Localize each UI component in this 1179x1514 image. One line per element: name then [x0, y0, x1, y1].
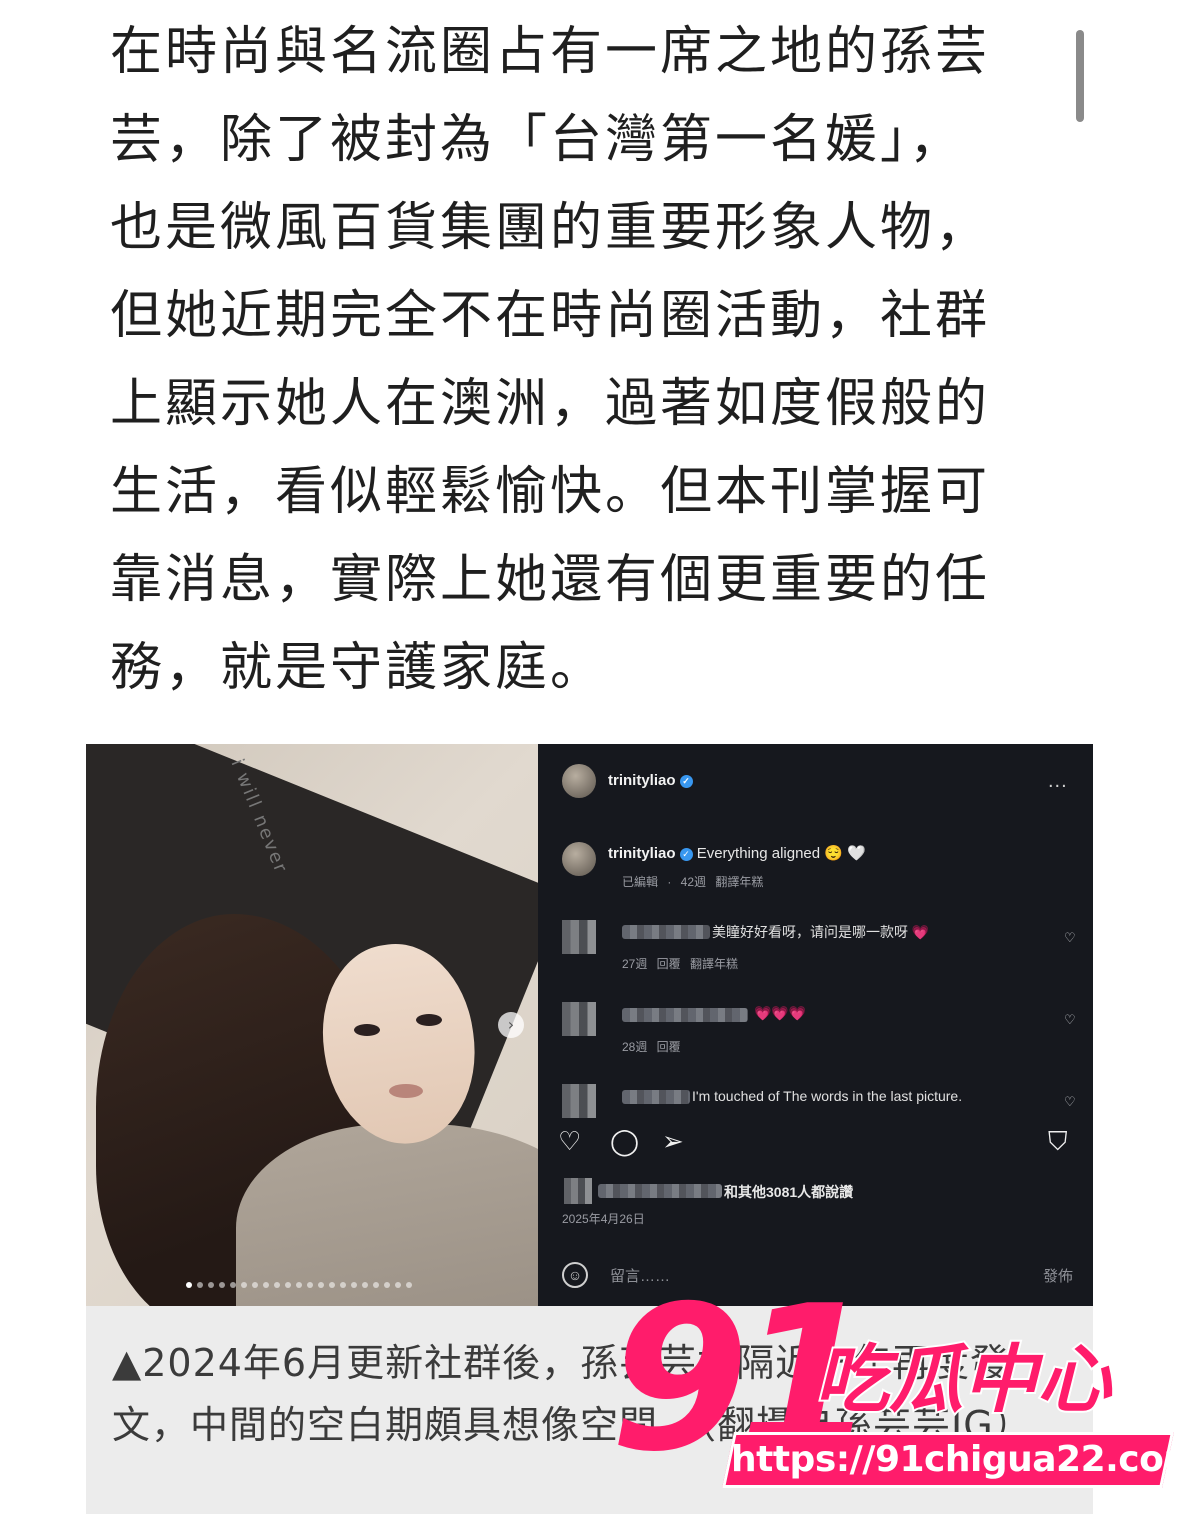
carousel-dot [274, 1282, 280, 1288]
carousel-dot [296, 1282, 302, 1288]
comment-meta: 27週 回覆 翻譯年糕 [622, 957, 739, 971]
carousel-dot [197, 1282, 203, 1288]
comment-like-icon[interactable]: ♡ [1064, 1012, 1076, 1028]
article-line: 在時尚與名流圈占有一席之地的孫芸 [110, 22, 991, 82]
carousel-dot [406, 1282, 412, 1288]
article-line: 靠消息，實際上她還有個更重要的任 [110, 550, 991, 610]
smiley-icon[interactable]: ☺ [562, 1262, 588, 1288]
liker-names-blurred[interactable] [598, 1184, 722, 1198]
caption-text: Everything aligned [696, 845, 821, 862]
carousel-dot [329, 1282, 335, 1288]
post-username[interactable]: trinityliao ✓ [608, 772, 693, 789]
watermark-url-badge: https://91chigua22.com [722, 1432, 1179, 1488]
carousel-dot [219, 1282, 225, 1288]
photo-eye [416, 1014, 442, 1026]
verified-icon: ✓ [679, 847, 693, 861]
comment-like-icon[interactable]: ♡ [1064, 1094, 1076, 1110]
watermark-name: 吃瓜中心 [813, 1337, 1113, 1423]
carousel-dot [318, 1282, 324, 1288]
carousel-dot [208, 1282, 214, 1288]
article-line: 芸，除了被封為「台灣第一名媛」， [110, 110, 965, 170]
username-text[interactable]: trinityliao [608, 772, 676, 789]
site-watermark: 91 吃瓜中心 https://91chigua22.com [610, 1280, 1179, 1514]
carousel-dot [252, 1282, 258, 1288]
carousel-dot [230, 1282, 236, 1288]
scrollbar[interactable] [1076, 30, 1084, 122]
carousel-dot [263, 1282, 269, 1288]
carousel-dot [285, 1282, 291, 1288]
carousel-dot [186, 1282, 192, 1288]
carousel-dot [395, 1282, 401, 1288]
comment-text: 美瞳好好看呀，请问是哪一款呀 💗 [712, 924, 930, 940]
commenter-name-blurred[interactable] [622, 1008, 748, 1022]
likes-count[interactable]: 和其他3081人都說讚 [724, 1182, 853, 1202]
commenter-name-blurred[interactable] [622, 1090, 690, 1104]
caption-emoji: 😌 🤍 [824, 845, 866, 862]
send-icon[interactable]: ➢ [662, 1126, 684, 1157]
carousel-dot [307, 1282, 313, 1288]
carousel-next-icon[interactable]: › [498, 1012, 524, 1038]
verified-icon: ✓ [679, 774, 693, 788]
comment-icon[interactable]: ◯ [610, 1126, 639, 1157]
article-body: 在時尚與名流圈占有一席之地的孫芸 芸，除了被封為「台灣第一名媛」， 也是微風百貨… [110, 8, 1040, 712]
article-line: 生活，看似輕鬆愉快。但本刊掌握可 [110, 462, 991, 522]
carousel-dot [351, 1282, 357, 1288]
caption-avatar[interactable] [562, 842, 596, 876]
comment-like-icon[interactable]: ♡ [1064, 930, 1076, 946]
commenter-avatar[interactable] [562, 1002, 596, 1036]
instagram-panel: trinityliao ✓ ... trinityliao ✓ Everything… [538, 744, 1093, 1306]
comment-text: I'm touched of The words in the last pic… [692, 1088, 963, 1104]
article-line: 但她近期完全不在時尚圈活動，社群 [110, 286, 991, 346]
more-options-icon[interactable]: ... [1048, 770, 1068, 793]
comment-meta: 28週 回覆 [622, 1040, 681, 1054]
photo-lips [389, 1084, 423, 1098]
watermark-url: https://91chigua22.com [731, 1439, 1179, 1480]
bookmark-icon[interactable]: ⛉ [1048, 1126, 1068, 1158]
article-line: 務，就是守護家庭。 [110, 638, 606, 698]
post-date: 2025年4月26日 [562, 1212, 645, 1226]
avatar[interactable] [562, 764, 596, 798]
photo-eye [354, 1024, 380, 1036]
comment-text: 💗💗💗 [754, 1005, 807, 1021]
article-figure: i will never › trinityliao ✓ ... trinity… [86, 744, 1093, 1306]
commenter-name-blurred[interactable] [622, 925, 710, 939]
caption-username[interactable]: trinityliao [608, 845, 676, 862]
heart-icon[interactable]: ♡ [558, 1126, 581, 1157]
commenter-avatar[interactable] [562, 920, 596, 954]
article-line: 也是微風百貨集團的重要形象人物， [110, 198, 991, 258]
carousel-dot [241, 1282, 247, 1288]
carousel-dot [384, 1282, 390, 1288]
instagram-photo: i will never › [86, 744, 538, 1306]
post-caption: trinityliao ✓ Everything aligned 😌 🤍 [608, 844, 866, 862]
carousel-dot [373, 1282, 379, 1288]
carousel-dot [340, 1282, 346, 1288]
article-line: 上顯示她人在澳洲，過著如度假般的 [110, 374, 991, 434]
carousel-dots [186, 1282, 412, 1288]
post-meta: 已編輯 · 42週 翻譯年糕 [622, 875, 764, 889]
liker-avatar[interactable] [564, 1178, 592, 1204]
carousel-dot [362, 1282, 368, 1288]
commenter-avatar[interactable] [562, 1084, 596, 1118]
